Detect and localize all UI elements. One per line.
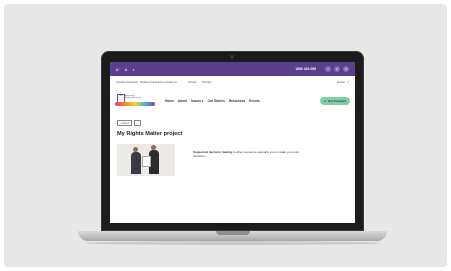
util-link[interactable]: Donate	[188, 81, 202, 84]
nav-our-stories[interactable]: Our Stories	[208, 99, 225, 103]
nav-events[interactable]: Events	[249, 99, 259, 103]
breadcrumb: ⌂ Home ›	[110, 114, 355, 126]
breadcrumb-home[interactable]: ⌂ Home	[117, 120, 133, 126]
page-title: My Rights Matter project	[117, 131, 183, 137]
paper-sheet	[142, 156, 151, 167]
person-icon: ●	[324, 99, 326, 103]
util-link[interactable]: Contact Us	[164, 81, 188, 84]
text-decrease-icon[interactable]: A⁻	[116, 67, 121, 72]
people-photo	[117, 144, 175, 176]
search-icon: ⚲	[347, 80, 349, 84]
nav-issues[interactable]: Issues ▾	[191, 99, 203, 103]
get-involved-label: Get Involved	[327, 99, 346, 103]
nav-about[interactable]: About	[178, 99, 187, 103]
logo-line2: Rights Advocacy	[125, 97, 142, 99]
util-link[interactable]: Website & Enquiries	[140, 81, 164, 84]
accessibility-topbar: A⁻ A ◐ 1800 424 065 f in ✉	[110, 62, 355, 76]
facebook-icon[interactable]: f	[325, 66, 331, 72]
laptop-screen: A⁻ A ◐ 1800 424 065 f in ✉ Assistant Mem…	[110, 62, 355, 223]
breadcrumb-separator: ›	[134, 120, 142, 126]
search-label: Search	[336, 80, 346, 84]
email-icon[interactable]: ✉	[343, 66, 349, 72]
contrast-icon[interactable]: ◐	[132, 67, 136, 72]
content-row: Supported decision making is when someon…	[110, 137, 355, 176]
linkedin-icon[interactable]: in	[334, 66, 340, 72]
utility-links: Assistant Members Website & Enquiries Co…	[110, 76, 355, 88]
search-control[interactable]: Search ⚲	[337, 81, 349, 84]
text-size-icon[interactable]: A	[124, 67, 128, 72]
laptop-base	[78, 231, 387, 241]
intro-text: Supported decision making is when someon…	[193, 144, 303, 176]
main-nav: ara Australian Rights Advocacy Home Abou…	[110, 88, 355, 114]
person-body	[131, 152, 141, 174]
logo-wave	[115, 102, 155, 106]
logo-text: Australian Rights Advocacy	[125, 95, 141, 99]
laptop-shadow	[84, 241, 381, 245]
laptop-lid: A⁻ A ◐ 1800 424 065 f in ✉ Assistant Mem…	[101, 51, 364, 231]
webcam-icon	[230, 55, 234, 59]
nav-resources[interactable]: Resources	[229, 99, 245, 103]
util-link[interactable]: Assistant Members	[116, 81, 140, 84]
site-logo[interactable]: ara Australian Rights Advocacy	[115, 94, 157, 108]
laptop-notch	[216, 231, 250, 235]
util-link[interactable]: Podcast	[202, 81, 226, 84]
phone-number[interactable]: 1800 424 065	[295, 67, 316, 71]
get-involved-button[interactable]: ● Get Involved	[320, 97, 350, 105]
nav-menu: Home About Issues ▾ Our Stories Resource…	[165, 99, 260, 103]
nav-home[interactable]: Home	[165, 99, 174, 103]
background-frame: A⁻ A ◐ 1800 424 065 f in ✉ Assistant Mem…	[4, 4, 447, 267]
